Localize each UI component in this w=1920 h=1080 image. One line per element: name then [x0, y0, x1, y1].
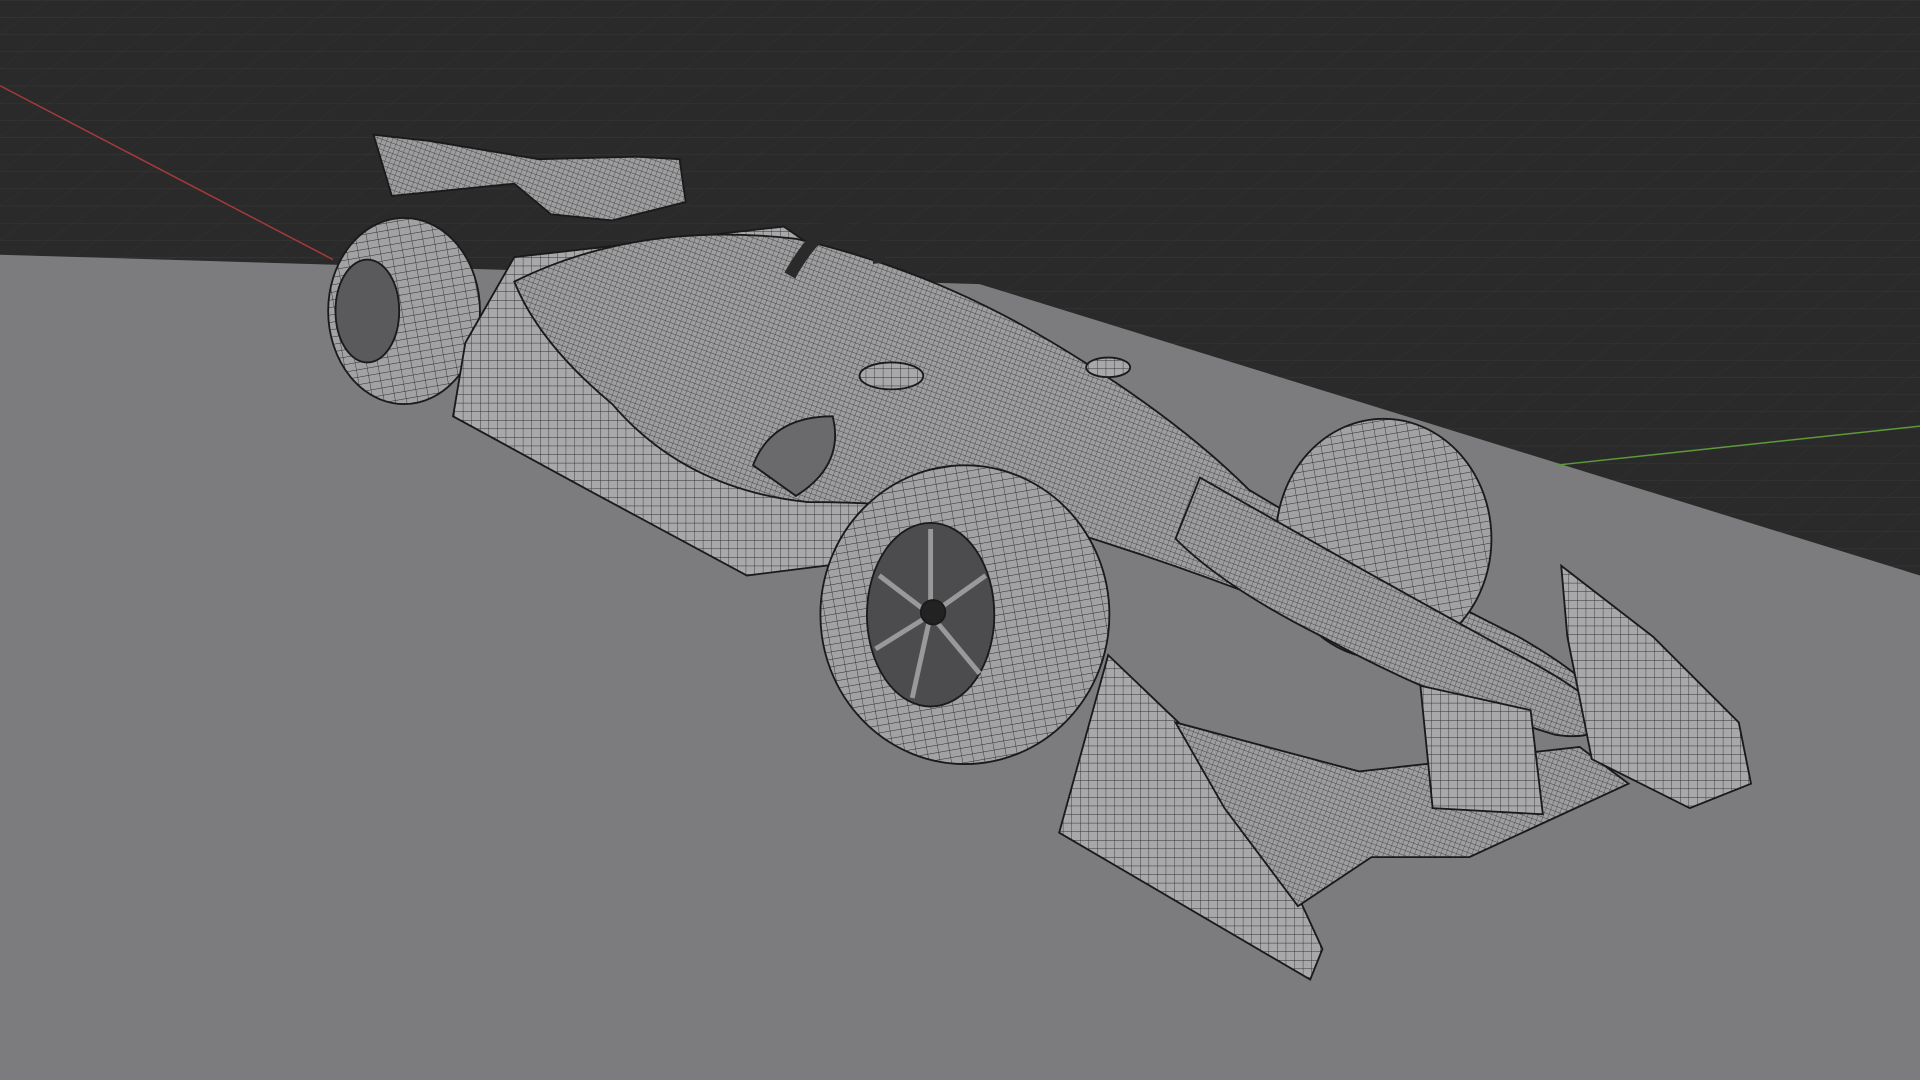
3d-viewport[interactable]	[0, 0, 1920, 1080]
front-left-hub	[919, 599, 947, 626]
left-mirror	[858, 361, 925, 391]
rear-left-rim	[334, 258, 401, 364]
right-mirror	[1085, 356, 1132, 379]
